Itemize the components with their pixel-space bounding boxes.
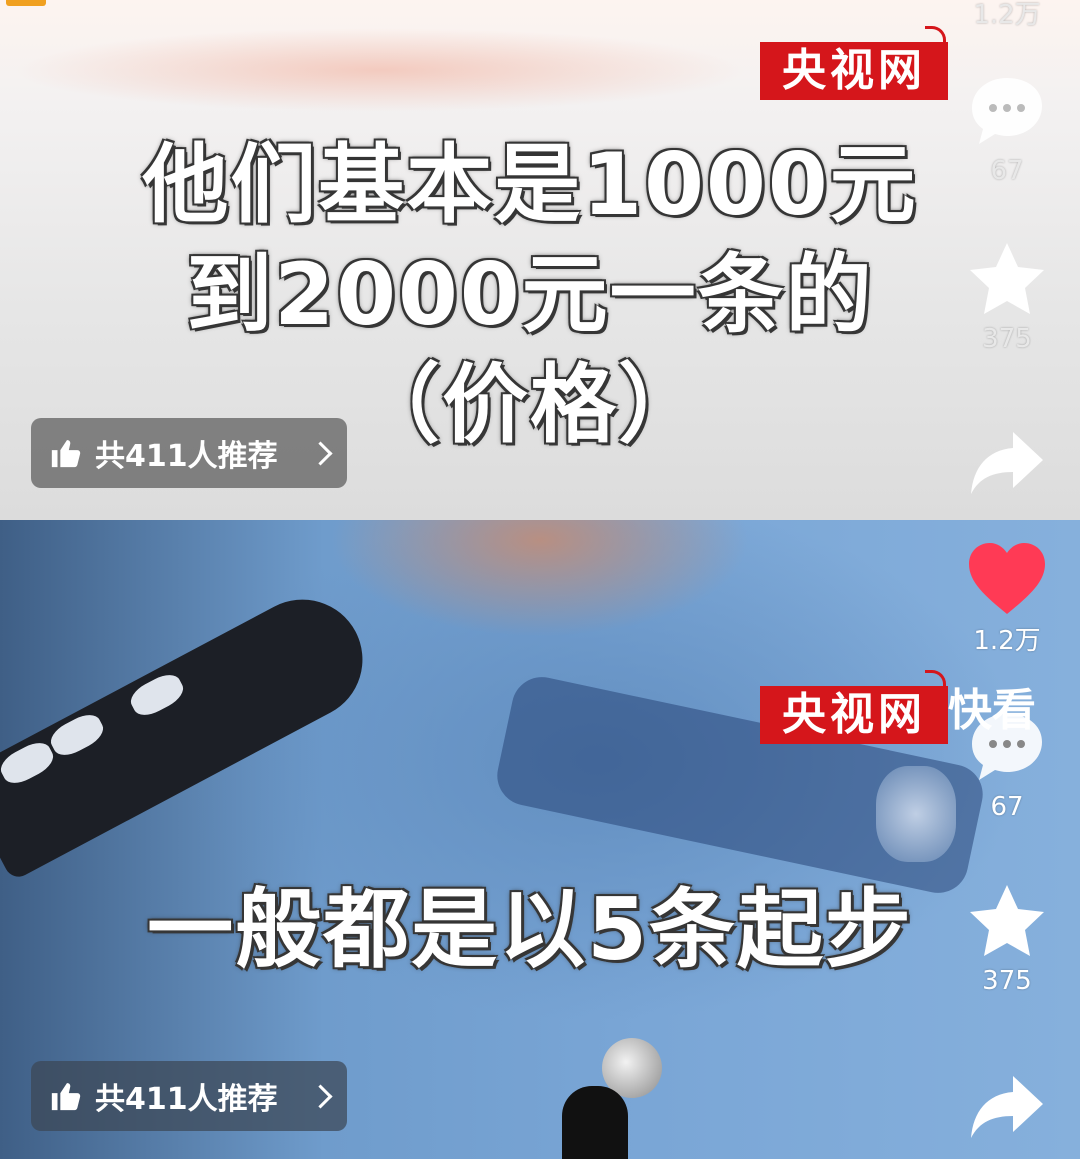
video-frame-bottom[interactable]: 央视网 快看 一般都是以5条起步 共411人推荐 1.2万 67 375 [0,520,1080,1159]
star-icon [970,885,1044,956]
video-frame-top[interactable]: 央视网 他们基本是1000元 到2000元一条的 （价格） 共411人推荐 1.… [0,0,1080,520]
favorite-count: 375 [982,966,1032,996]
subtitle-caption: 他们基本是1000元 到2000元一条的 （价格） [0,130,1080,460]
like-button[interactable]: 1.2万 [962,540,1052,657]
chevron-right-icon [308,1083,333,1109]
subtitle-caption: 一般都是以5条起步 [147,880,913,980]
comment-icon [972,78,1042,144]
like-count-top: 1.2万 [962,0,1052,31]
favorite-count: 375 [982,324,1032,354]
share-button[interactable] [962,428,1052,498]
comment-button[interactable]: 67 [962,708,1052,822]
recommend-pill[interactable]: 共411人推荐 [31,418,347,488]
comment-button[interactable]: 67 [962,72,1052,186]
title-bullet-icon [6,0,46,6]
like-count: 1.2万 [973,626,1041,656]
comment-icon [972,714,1042,780]
cctv-logo: 央视网 [760,670,948,744]
share-icon [971,432,1043,494]
favorite-button[interactable]: 375 [962,240,1052,354]
thumbs-up-icon [51,440,81,468]
chevron-right-icon [308,440,333,466]
share-icon [971,1076,1043,1138]
thumbs-up-icon [51,1083,81,1111]
comment-count: 67 [990,156,1024,186]
recommend-label: 共411人推荐 [95,1082,278,1117]
police-badge [876,766,956,862]
subtitle-line-2: 到2000元一条的 [186,245,874,345]
comment-count: 67 [990,792,1024,822]
subtitle-line-1: 他们基本是1000元 [142,135,918,235]
heart-icon [969,543,1045,614]
recommend-label: 共411人推荐 [95,439,278,474]
star-icon [970,243,1044,314]
recommend-pill[interactable]: 共411人推荐 [31,1061,347,1131]
microphone [562,1086,628,1159]
like-count-label: 1.2万 [973,0,1041,30]
cctv-logo: 央视网 [760,26,948,100]
favorite-button[interactable]: 375 [962,882,1052,996]
share-button[interactable] [962,1072,1052,1142]
